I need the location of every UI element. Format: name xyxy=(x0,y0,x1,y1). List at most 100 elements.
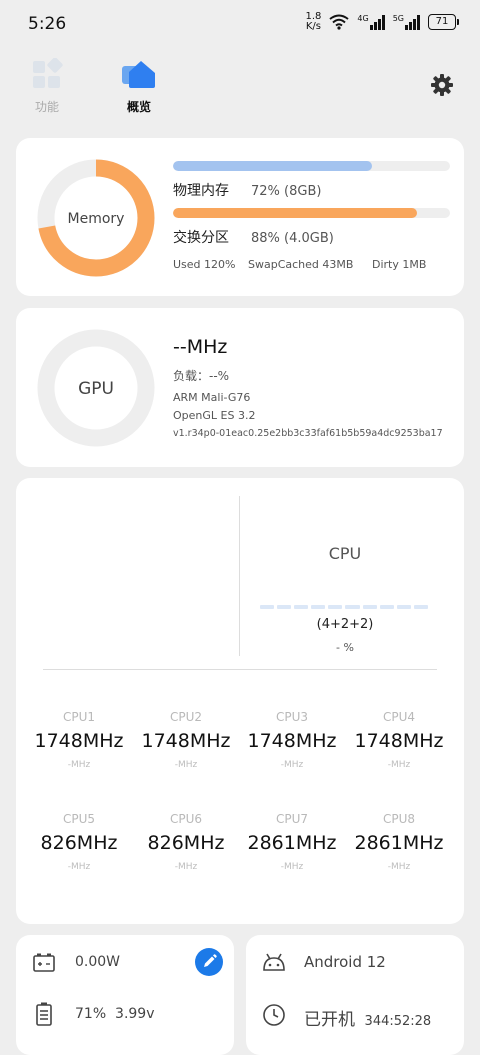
uptime-label: 已开机 xyxy=(304,1010,355,1030)
signal-5g-label: 5G xyxy=(392,14,404,23)
gear-icon[interactable] xyxy=(430,73,454,97)
swap-bar-fill xyxy=(173,208,417,218)
cpu-core-sub: -MHz xyxy=(280,760,304,770)
edit-button[interactable] xyxy=(195,948,223,976)
uptime-row: 已开机 344:52:28 xyxy=(304,1005,431,1030)
cpu-core-freq: 1748MHz xyxy=(247,730,337,752)
tab-features-label: 功能 xyxy=(34,100,59,114)
cpu-core-sub: -MHz xyxy=(174,862,198,872)
cpu-core-freq: 1748MHz xyxy=(34,730,124,752)
gpu-ring: GPU xyxy=(37,329,155,447)
swapcached-stat: SwapCached 43MB xyxy=(248,258,354,271)
gpu-card[interactable]: GPU --MHz 负载：--% ARM Mali-G76 OpenGL ES … xyxy=(16,308,464,467)
swap-row: 交换分区 88% (4.0GB) xyxy=(173,227,334,247)
cpu-load-segment xyxy=(413,605,428,609)
cpu-core-sub: -MHz xyxy=(67,760,91,770)
cpu-load-segment xyxy=(396,605,411,609)
cpu-core-4: CPU4 1748MHz -MHz xyxy=(346,710,452,770)
status-time: 5:26 xyxy=(28,14,67,34)
cpu-core-sub: -MHz xyxy=(174,760,198,770)
cpu-core-7: CPU7 2861MHz -MHz xyxy=(239,812,345,872)
cpu-core-5: CPU5 826MHz -MHz xyxy=(26,812,132,872)
swap-label: 交换分区 xyxy=(173,230,229,246)
memory-ring: Memory xyxy=(37,159,155,277)
android-icon xyxy=(263,953,285,971)
ram-label: 物理内存 xyxy=(173,183,229,199)
memory-card[interactable]: Memory 物理内存 72% (8GB) 交换分区 88% (4.0GB) Use… xyxy=(16,138,464,296)
system-card[interactable]: Android 12 已开机 344:52:28 xyxy=(246,935,464,1055)
cpu-core-freq: 2861MHz xyxy=(354,832,444,854)
signal-bars-icon xyxy=(405,14,420,30)
cpu-divider-vertical xyxy=(239,496,240,656)
cpu-core-freq: 826MHz xyxy=(40,832,118,854)
gpu-load: 负载：--% xyxy=(173,369,230,383)
cpu-load: - % xyxy=(336,641,354,654)
gpu-frequency: --MHz xyxy=(173,336,228,358)
cpu-core-2: CPU2 1748MHz -MHz xyxy=(133,710,239,770)
cpu-load-segment xyxy=(362,605,377,609)
ram-row: 物理内存 72% (8GB) xyxy=(173,180,321,200)
cpu-core-freq: 1748MHz xyxy=(354,730,444,752)
cpu-load-segment xyxy=(311,605,326,609)
cpu-core-name: CPU5 xyxy=(62,812,96,826)
grid-icon xyxy=(33,57,63,88)
cpu-core-name: CPU2 xyxy=(169,710,203,724)
ram-bar xyxy=(173,161,450,171)
cpu-title: CPU xyxy=(328,544,362,563)
tab-features[interactable]: 功能 xyxy=(17,57,77,115)
cpu-core-6: CPU6 826MHz -MHz xyxy=(133,812,239,872)
cpu-core-sub: -MHz xyxy=(387,862,411,872)
wifi-icon xyxy=(329,14,350,30)
power-card[interactable]: 0.00W 71% 3.99v xyxy=(16,935,234,1055)
uptime-value: 344:52:28 xyxy=(364,1014,432,1029)
cpu-load-segment xyxy=(260,605,275,609)
battery-voltage: 3.99v xyxy=(115,1006,155,1022)
ram-bar-fill xyxy=(173,161,373,171)
signal-4g-label: 4G xyxy=(357,14,369,23)
battery-percent: 71% xyxy=(75,1006,107,1022)
cpu-core-3: CPU3 1748MHz -MHz xyxy=(239,710,345,770)
cpu-core-name: CPU3 xyxy=(275,710,309,724)
cpu-load-segment xyxy=(277,605,292,609)
cpu-core-name: CPU7 xyxy=(275,812,309,826)
used-stat: Used 120% xyxy=(173,258,236,271)
cpu-core-freq: 826MHz xyxy=(147,832,225,854)
cpu-load-segment xyxy=(345,605,360,609)
cpu-core-sub: -MHz xyxy=(387,760,411,770)
cpu-cluster: (4+2+2) xyxy=(316,617,374,632)
swap-value: 88% (4.0GB) xyxy=(251,231,334,246)
gpu-model: ARM Mali-G76 xyxy=(173,391,251,404)
cpu-core-freq: 1748MHz xyxy=(141,730,231,752)
cpu-divider-horizontal xyxy=(43,669,437,670)
gpu-opengl: OpenGL ES 3.2 xyxy=(173,409,256,422)
home-icon xyxy=(122,61,155,88)
signal-4g: 4G xyxy=(357,14,385,30)
gpu-driver: v1.r34p0-01eac0.25e2bb3c33faf61b5b59a4dc… xyxy=(173,428,443,439)
memory-ring-label: Memory xyxy=(68,211,125,227)
signal-bars-icon xyxy=(369,14,385,30)
cpu-card[interactable]: CPU (4+2+2) - % CPU1 1748MHz -MHz CPU2 1… xyxy=(16,478,464,924)
cpu-load-bar xyxy=(260,605,428,609)
cpu-core-name: CPU4 xyxy=(382,710,416,724)
cpu-load-segment xyxy=(328,605,343,609)
android-version: Android 12 xyxy=(304,953,386,971)
cpu-load-segment xyxy=(379,605,394,609)
pencil-icon xyxy=(204,954,217,967)
tab-overview[interactable]: 概览 xyxy=(109,58,169,115)
gpu-ring-label: GPU xyxy=(78,379,114,399)
tab-overview-label: 概览 xyxy=(126,100,151,114)
status-indicators: 1.8 K/s 4G 5G 71 xyxy=(306,12,459,32)
cpu-core-sub: -MHz xyxy=(280,862,304,872)
power-watts: 0.00W xyxy=(75,954,121,970)
swap-bar xyxy=(173,208,450,218)
battery-indicator: 71 xyxy=(428,14,459,30)
clock-icon xyxy=(263,1004,285,1026)
ram-value: 72% (8GB) xyxy=(251,184,322,199)
cpu-core-sub: -MHz xyxy=(67,862,91,872)
net-speed: 1.8 K/s xyxy=(306,12,322,32)
cpu-core-name: CPU6 xyxy=(169,812,203,826)
battery-stats: 71% 3.99v xyxy=(75,1006,155,1022)
net-speed-unit: K/s xyxy=(305,21,322,32)
battery-charge-icon xyxy=(33,953,55,972)
battery-icon xyxy=(36,1002,52,1026)
